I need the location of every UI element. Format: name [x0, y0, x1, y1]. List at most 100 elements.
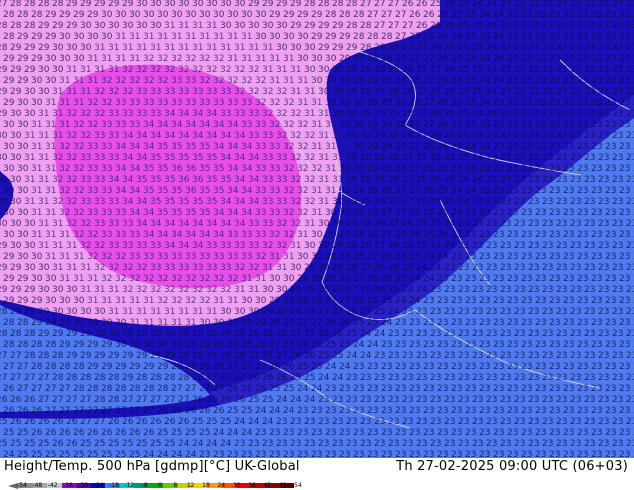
- contour-value: 34: [164, 219, 176, 229]
- contour-value: 31: [73, 252, 84, 262]
- contour-value: 27: [17, 362, 28, 372]
- contour-value: 23: [591, 10, 602, 20]
- contour-value: 25: [430, 0, 441, 9]
- contour-value: 33: [122, 219, 133, 229]
- contour-value: 23: [521, 76, 532, 86]
- contour-value: 27: [73, 406, 84, 416]
- contour-value: 29: [220, 329, 232, 339]
- contour-value: 23: [563, 186, 574, 196]
- contour-value: 33: [94, 219, 105, 229]
- contour-value: 23: [458, 285, 469, 295]
- contour-value: 24: [416, 263, 428, 273]
- contour-value: 23: [437, 296, 448, 306]
- contour-value: 23: [563, 318, 574, 328]
- contour-value: 23: [535, 54, 546, 64]
- contour-value: 29: [10, 307, 22, 317]
- contour-value: 29: [73, 10, 85, 20]
- contour-value: 33: [241, 120, 252, 130]
- contour-value: 33: [255, 186, 266, 196]
- contour-value: 26: [101, 428, 113, 438]
- contour-value: 29: [24, 43, 36, 53]
- contour-value: 31: [171, 318, 182, 328]
- contour-value: 33: [248, 131, 259, 141]
- contour-value: 23: [535, 340, 546, 350]
- scale-tick-label: -48: [32, 482, 43, 489]
- contour-value: 25: [262, 395, 273, 405]
- contour-value: 23: [367, 362, 378, 372]
- contour-value: 23: [521, 252, 532, 262]
- contour-value: 23: [507, 384, 518, 394]
- contour-value: 34: [241, 164, 253, 174]
- contour-value: 32: [283, 230, 294, 240]
- contour-value: 31: [276, 263, 287, 273]
- scale-tick-label: -38: [63, 482, 73, 489]
- contour-value: 29: [24, 285, 36, 295]
- contour-value: 23: [458, 263, 469, 273]
- contour-value: 27: [24, 373, 35, 383]
- contour-value: 30: [311, 76, 323, 86]
- contour-value: 29: [87, 362, 99, 372]
- contour-value: 23: [388, 373, 399, 383]
- contour-value: 29: [206, 351, 218, 361]
- contour-value: 23: [486, 153, 497, 163]
- contour-value: 33: [101, 208, 112, 218]
- contour-value: 24: [479, 142, 491, 152]
- contour-value: 33: [248, 219, 259, 229]
- contour-value: 29: [227, 340, 239, 350]
- contour-value: 30: [66, 43, 78, 53]
- contour-value: 32: [80, 109, 91, 119]
- contour-value: 25: [24, 439, 35, 449]
- contour-value: 28: [325, 274, 337, 284]
- contour-value: 31: [31, 120, 42, 130]
- contour-value: 24: [409, 296, 421, 306]
- contour-value: 23: [626, 0, 634, 9]
- contour-value: 23: [542, 131, 553, 141]
- contour-value: 32: [304, 175, 315, 185]
- contour-value: 29: [248, 329, 260, 339]
- contour-value: 33: [276, 175, 287, 185]
- contour-value: 35: [143, 186, 154, 196]
- contour-value: 24: [479, 98, 491, 108]
- contour-value: 23: [528, 351, 539, 361]
- contour-value: 28: [52, 0, 64, 9]
- contour-value: 31: [304, 219, 315, 229]
- contour-value: 29: [101, 340, 113, 350]
- contour-value: 24: [479, 10, 491, 20]
- contour-value: 32: [241, 76, 252, 86]
- contour-value: 30: [339, 98, 351, 108]
- contour-value: 23: [521, 32, 532, 42]
- contour-value: 34: [178, 109, 190, 119]
- contour-value: 23: [486, 131, 497, 141]
- contour-value: 23: [451, 428, 462, 438]
- contour-value: 23: [598, 241, 609, 251]
- contour-value: 23: [535, 76, 546, 86]
- contour-value: 33: [276, 153, 287, 163]
- contour-value: 23: [549, 186, 560, 196]
- contour-value: 26: [52, 417, 64, 427]
- contour-value: 23: [388, 417, 399, 427]
- contour-value: 28: [339, 274, 351, 284]
- contour-value: 23: [458, 351, 469, 361]
- contour-value: 30: [101, 10, 113, 20]
- contour-value: 33: [206, 241, 217, 251]
- contour-value: 31: [290, 87, 301, 97]
- contour-value: 35: [157, 164, 168, 174]
- contour-value: 25: [0, 439, 7, 449]
- contour-value: 23: [416, 373, 427, 383]
- contour-value: 25: [465, 10, 476, 20]
- contour-value: 28: [381, 186, 393, 196]
- contour-value: 30: [10, 219, 22, 229]
- contour-value: 25: [87, 450, 98, 458]
- contour-value: 32: [290, 131, 301, 141]
- contour-value: 28: [381, 54, 393, 64]
- contour-value: 25: [444, 0, 455, 9]
- weather-map: 2728282828292929292930303030303030302929…: [0, 0, 634, 458]
- contour-value: 31: [248, 285, 259, 295]
- contour-value: 32: [290, 109, 301, 119]
- contour-value: 26: [416, 197, 428, 207]
- contour-value: 31: [332, 175, 343, 185]
- contour-value: 33: [115, 120, 126, 130]
- contour-value: 27: [381, 208, 392, 218]
- contour-value: 34: [150, 131, 162, 141]
- contour-value: 23: [626, 395, 634, 405]
